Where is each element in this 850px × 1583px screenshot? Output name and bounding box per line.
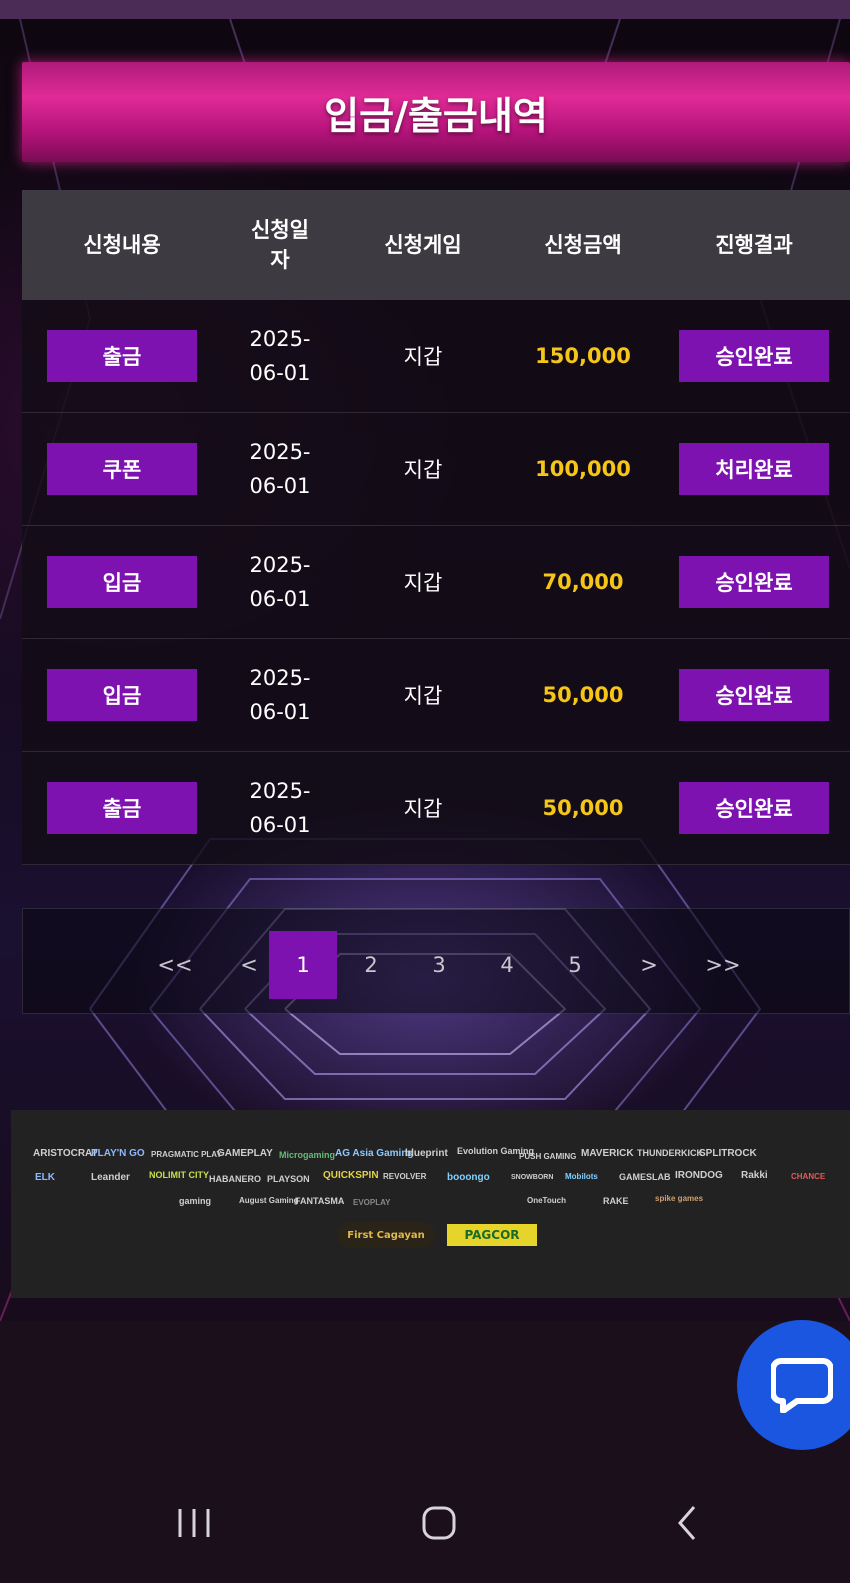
request-date: 2025- 06-01 — [249, 327, 311, 385]
game-name: 지갑 — [403, 345, 443, 369]
provider-logo: booongo — [447, 1172, 490, 1183]
table-header: 신청내용 신청일 자 신청게임 신청금액 진행결과 — [22, 190, 850, 300]
status-badge: 승인완료 — [679, 782, 829, 834]
provider-logo: RAKE — [603, 1196, 629, 1206]
col-header-amount: 신청금액 — [544, 233, 622, 257]
provider-logo: blueprint — [405, 1148, 448, 1159]
page-next-button[interactable]: > — [615, 931, 683, 999]
provider-logo: GAMESLAB — [619, 1172, 671, 1182]
page-3-button[interactable]: 3 — [405, 931, 473, 999]
provider-logo: IRONDOG — [675, 1170, 723, 1181]
table-row: 입금 2025- 06-01 지갑 50,000 승인완료 — [22, 639, 850, 752]
amount: 50,000 — [542, 796, 624, 820]
amount: 50,000 — [542, 683, 624, 707]
provider-logo: SPLITROCK — [699, 1148, 757, 1159]
recent-apps-icon[interactable] — [176, 1505, 212, 1541]
request-date: 2025- 06-01 — [249, 666, 311, 724]
provider-logo: REVOLVER — [383, 1172, 427, 1181]
provider-logo: PLAY'N GO — [91, 1148, 145, 1159]
status-badge: 승인완료 — [679, 669, 829, 721]
table-row: 출금 2025- 06-01 지갑 150,000 승인완료 — [22, 300, 850, 413]
game-name: 지갑 — [403, 458, 443, 482]
table-row: 출금 2025- 06-01 지갑 50,000 승인완료 — [22, 752, 850, 865]
provider-logo: ELK — [35, 1172, 55, 1183]
bottom-area — [0, 1321, 850, 1583]
cert-pagcor: PAGCOR — [447, 1224, 537, 1246]
game-name: 지갑 — [403, 571, 443, 595]
type-badge: 출금 — [47, 782, 197, 834]
provider-logo: EVOPLAY — [353, 1198, 391, 1207]
page-4-button[interactable]: 4 — [473, 931, 541, 999]
provider-logo: QUICKSPIN — [323, 1170, 379, 1181]
provider-logo: THUNDERKICK — [637, 1148, 703, 1158]
type-badge: 입금 — [47, 556, 197, 608]
provider-logo: Mobilots — [565, 1172, 598, 1181]
col-header-status: 진행결과 — [715, 233, 793, 257]
col-header-date: 신청일 자 — [251, 218, 309, 272]
game-name: 지갑 — [403, 797, 443, 821]
game-name: 지갑 — [403, 684, 443, 708]
amount: 150,000 — [535, 344, 631, 368]
home-icon[interactable] — [421, 1505, 457, 1541]
status-badge: 승인완료 — [679, 330, 829, 382]
page-last-button[interactable]: >> — [689, 931, 757, 999]
type-badge: 출금 — [47, 330, 197, 382]
pagination: << < 1 2 3 4 5 > >> — [22, 908, 850, 1014]
table-row: 쿠폰 2025- 06-01 지갑 100,000 처리완료 — [22, 413, 850, 526]
table-row: 입금 2025- 06-01 지갑 70,000 승인완료 — [22, 526, 850, 639]
status-badge: 승인완료 — [679, 556, 829, 608]
status-badge: 처리완료 — [679, 443, 829, 495]
provider-logo: Leander — [91, 1172, 130, 1183]
provider-logo: NOLIMIT CITY — [149, 1170, 209, 1180]
col-header-game: 신청게임 — [384, 233, 462, 257]
provider-logo: August Gaming — [239, 1196, 299, 1205]
provider-logo: CHANCE — [791, 1172, 826, 1181]
provider-logo: Rakki — [741, 1170, 768, 1181]
request-date: 2025- 06-01 — [249, 440, 311, 498]
provider-logo: PRAGMATIC PLAY — [151, 1150, 222, 1159]
page-title-banner: 입금/출금내역 — [22, 62, 850, 162]
provider-logo: spike games — [655, 1194, 704, 1203]
page-2-button[interactable]: 2 — [337, 931, 405, 999]
provider-logo: Microgaming — [279, 1150, 336, 1160]
amount: 100,000 — [535, 457, 631, 481]
request-date: 2025- 06-01 — [249, 553, 311, 611]
provider-logo: SNOWBORN — [511, 1174, 554, 1181]
col-header-type: 신청내용 — [83, 233, 161, 257]
page-1-button[interactable]: 1 — [269, 931, 337, 999]
page-title: 입금/출금내역 — [324, 93, 548, 138]
back-icon[interactable] — [670, 1505, 706, 1541]
provider-logo: AG Asia Gaming — [335, 1148, 414, 1159]
provider-logo: PLAYSON — [267, 1174, 310, 1184]
provider-logo: gaming — [179, 1196, 212, 1206]
cert-first-cagayan: First Cagayan — [337, 1222, 435, 1248]
footer-providers: ARISTOCRAT PLAY'N GO PRAGMATIC PLAY GAME… — [11, 1110, 850, 1298]
type-badge: 입금 — [47, 669, 197, 721]
provider-logo: FANTASMA — [295, 1196, 345, 1206]
page-5-button[interactable]: 5 — [541, 931, 609, 999]
provider-logo: ARISTOCRAT — [33, 1148, 98, 1159]
provider-logo: MAVERICK — [581, 1148, 634, 1159]
request-date: 2025- 06-01 — [249, 779, 311, 837]
status-bar — [0, 0, 850, 19]
provider-logo: OneTouch — [527, 1196, 566, 1205]
provider-logo: PUSH GAMING — [519, 1152, 577, 1161]
history-table: 신청내용 신청일 자 신청게임 신청금액 진행결과 출금 2025- 06-01 … — [22, 190, 850, 865]
provider-logo: GAMEPLAY — [217, 1148, 273, 1159]
provider-logo: HABANERO — [209, 1174, 262, 1184]
amount: 70,000 — [542, 570, 624, 594]
chat-bubble-icon — [771, 1358, 833, 1413]
page-first-button[interactable]: << — [141, 931, 209, 999]
type-badge: 쿠폰 — [47, 443, 197, 495]
